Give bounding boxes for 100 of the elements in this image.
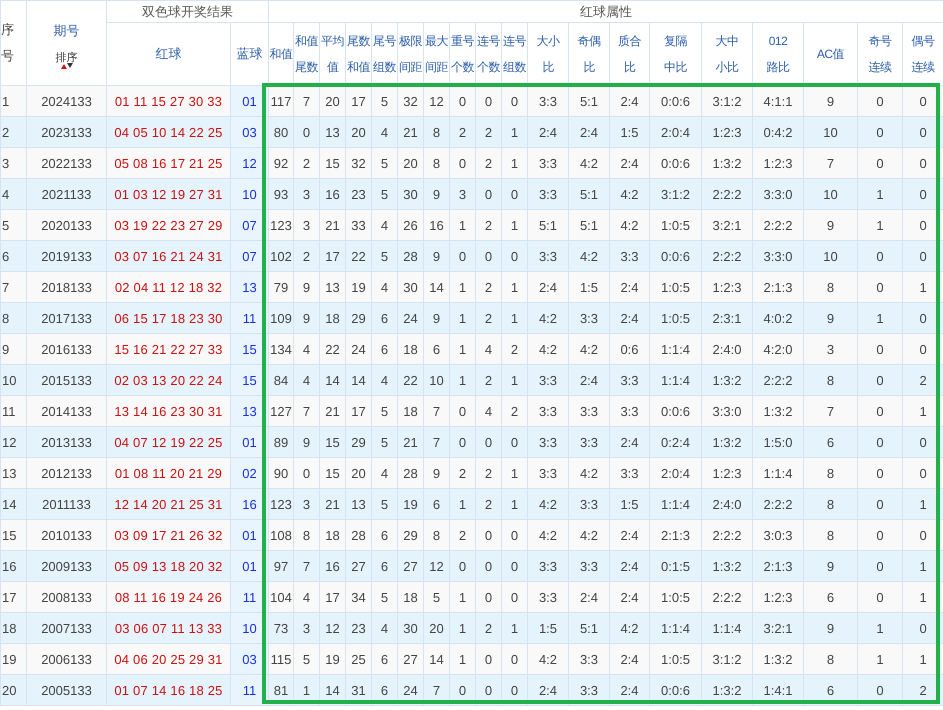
table-cell: 9 [294,272,320,302]
table-cell: 12 14 20 21 25 31 [106,488,230,520]
table-cell: 0 [476,240,502,272]
table-cell: 27 [346,550,372,582]
table-cell: 20 [320,86,346,116]
table-cell: 2013133 [26,426,106,458]
table-cell: 7 [0,272,26,302]
table-cell: 2:4 [610,582,650,612]
table-cell: 115 [268,644,294,674]
table-cell: 1 [450,644,476,674]
table-cell: 29 [346,302,372,334]
table-cell: 2:2:2 [752,210,804,240]
table-cell: 9 [424,240,450,272]
table-cell: 0:1:5 [650,550,702,582]
table-cell: 3:3 [568,302,610,334]
table-cell: 33 [346,210,372,240]
table-cell: 2:4 [568,582,610,612]
table-cell: 1 [450,488,476,520]
table-cell: 3:0:3 [752,520,804,550]
table-cell: 02 03 13 20 22 24 [106,364,230,396]
table-cell: 1:3:2 [752,644,804,674]
table-cell: 2005133 [26,674,106,706]
table-cell: 6 [424,488,450,520]
table-cell: 3:3:0 [702,396,752,426]
table-cell: 4:2 [610,178,650,210]
column-header: 尾数 和值 [347,33,370,76]
table-cell: 03 09 17 21 26 32 [106,520,230,550]
table-cell: 1 [858,178,902,210]
table-cell: 9 [424,458,450,488]
table-cell: 16 [320,178,346,210]
table-cell: 2023133 [26,116,106,148]
table-cell: 8 [804,272,858,302]
table-cell: 3:3 [610,364,650,396]
table-cell: 12 [424,550,450,582]
table-cell: 5 [372,396,398,426]
table-cell: 1 [450,302,476,334]
table-cell: 3 [294,488,320,520]
table-cell: 5 [372,582,398,612]
table-cell: 109 [268,302,294,334]
table-cell: 1 [502,612,528,644]
table-cell: 19 [0,644,26,674]
table-cell: 05 08 16 17 21 25 [106,148,230,178]
table-cell: 1 [450,364,476,396]
table-cell: 30 [398,178,424,210]
sort-arrows-icon [60,62,74,68]
table-cell: 4 [372,612,398,644]
table-cell: 4 [372,116,398,148]
table-cell: 1:2:3 [752,582,804,612]
table-cell: 4:2 [568,148,610,178]
table-cell: 2:4 [610,86,650,116]
table-cell: 04 06 20 25 29 31 [106,644,230,674]
table-cell: 6 [372,644,398,674]
table-cell: 0 [450,240,476,272]
table-cell: 0 [476,426,502,458]
table-cell: 3:3 [528,240,568,272]
column-header: 大中 小比 [716,33,738,76]
table-cell: 0 [858,272,902,302]
table-cell: 2:4 [610,302,650,334]
table-cell: 0 [502,582,528,612]
table-cell: 1 [502,148,528,178]
table-cell: 5 [372,488,398,520]
table-cell: 2:1:3 [752,550,804,582]
column-header: 尾号 组数 [373,33,396,76]
table-cell: 4 [0,178,26,210]
table-cell: 3:3 [568,396,610,426]
table-cell: 12 [0,426,26,458]
table-cell: 24 [346,334,372,364]
table-cell: 34 [346,582,372,612]
table-cell: 9 [294,426,320,458]
sort-link[interactable]: 排序 [56,50,78,68]
table-cell: 21 [398,426,424,458]
table-cell: 6 [804,426,858,458]
table-cell: 3:3 [528,178,568,210]
table-cell: 5 [424,582,450,612]
table-cell: 3 [294,612,320,644]
table-cell: 20 [0,674,26,706]
table-cell: 1 [858,612,902,644]
table-cell: 1 [502,116,528,148]
table-cell: 2006133 [26,644,106,674]
table-cell: 06 15 17 18 23 30 [106,302,230,334]
table-cell: 2010133 [26,520,106,550]
table-cell: 4 [294,364,320,396]
table-cell: 08 11 16 19 24 26 [106,582,230,612]
table-cell: 2020133 [26,210,106,240]
table-cell: 22 [346,240,372,272]
table-cell: 3:3 [568,550,610,582]
table-cell: 1 [0,86,26,116]
table-cell: 0 [858,520,902,550]
table-cell: 0:2:4 [650,426,702,458]
table-cell: 1:5:0 [752,426,804,458]
table-cell: 2:2:2 [702,582,752,612]
table-cell: 1:5 [528,612,568,644]
table-cell: 1:2:3 [702,458,752,488]
table-cell: 2 [476,302,502,334]
table-cell: 0 [476,644,502,674]
table-cell: 03 19 22 23 27 29 [106,210,230,240]
column-header: 复隔 中比 [664,33,687,76]
table-cell: 4 [372,210,398,240]
table-cell: 7 [294,550,320,582]
table-cell: 21 [320,396,346,426]
